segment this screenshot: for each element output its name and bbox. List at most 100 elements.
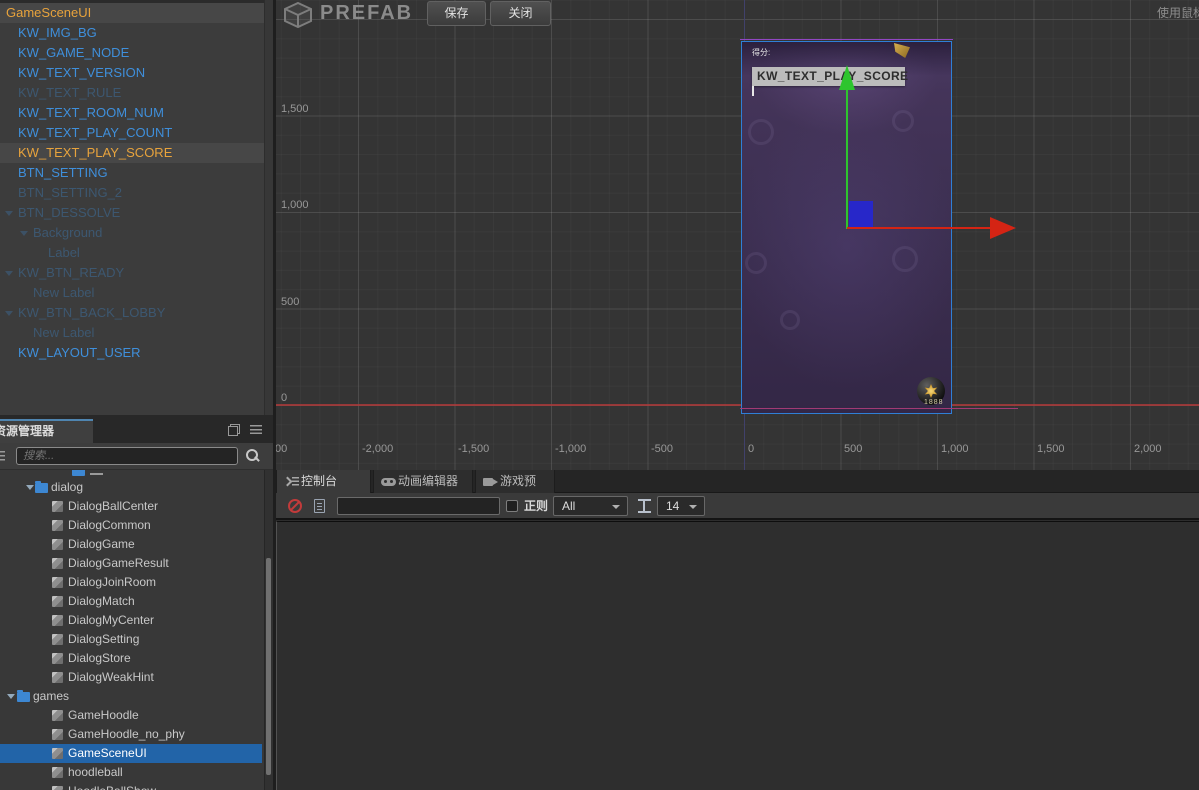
asset-prefab[interactable]: DialogBallCenter	[0, 497, 262, 516]
prefab-cube-icon	[52, 501, 63, 512]
asset-folder[interactable]: dialog	[0, 478, 262, 497]
asset-prefab[interactable]: DialogWeakHint	[0, 668, 262, 687]
console-filter-input[interactable]	[337, 497, 500, 515]
table-ring-decoration	[892, 110, 914, 132]
terminal-icon	[284, 477, 299, 487]
ruler-label: -1,000	[555, 443, 587, 455]
assets-panel: 资源管理器 dialog DialogBallCenter DialogComm…	[0, 415, 273, 790]
ball-value-text: 1888	[924, 399, 944, 406]
folder-icon	[17, 690, 30, 702]
prefab-cube-icon	[52, 615, 63, 626]
expand-arrow-icon[interactable]	[5, 311, 13, 316]
asset-prefab[interactable]: DialogSetting	[0, 630, 262, 649]
asset-prefab-selected[interactable]: GameSceneUI	[0, 744, 262, 763]
asset-prefab[interactable]: hoodleball	[0, 763, 262, 782]
expand-arrow-icon[interactable]	[26, 485, 34, 490]
table-ring-decoration	[745, 252, 767, 274]
log-level-dropdown[interactable]: All	[553, 496, 628, 516]
ruler-label: 1,000	[281, 199, 309, 211]
hierarchy-node[interactable]: KW_TEXT_VERSION	[0, 63, 264, 83]
scene-canvas[interactable]: 1,500 1,000 500 0 00 -2,000 -1,500 -1,00…	[276, 0, 1199, 470]
duplicate-icon[interactable]	[228, 424, 240, 436]
ruler-label: 1,500	[1037, 443, 1065, 455]
asset-row-clipped[interactable]	[0, 470, 262, 478]
assets-tree: dialog DialogBallCenter DialogCommon Dia…	[0, 470, 273, 790]
console-toolbar: 正则 All 14	[276, 493, 1199, 520]
hierarchy-node-disabled[interactable]: KW_TEXT_RULE	[0, 83, 264, 103]
regex-checkbox[interactable]	[506, 500, 518, 512]
gizmo-x-arrow-icon[interactable]	[990, 217, 1016, 239]
asset-prefab[interactable]: GameHoodle	[0, 706, 262, 725]
hierarchy-node-disabled[interactable]: KW_BTN_BACK_LOBBY	[0, 303, 264, 323]
hierarchy-node[interactable]: KW_LAYOUT_USER	[0, 343, 264, 363]
prefab-cube-icon	[52, 729, 63, 740]
prefab-cube-icon	[52, 672, 63, 683]
hierarchy-node[interactable]: KW_GAME_NODE	[0, 43, 264, 63]
regex-label: 正则	[524, 499, 549, 513]
hierarchy-node[interactable]: BTN_SETTING	[0, 163, 264, 183]
hierarchy-node-selected[interactable]: KW_TEXT_PLAY_SCORE	[0, 143, 264, 163]
assets-scrollbar-track[interactable]	[264, 470, 273, 790]
tab-console[interactable]: 控制台	[276, 470, 371, 493]
asset-prefab[interactable]: DialogCommon	[0, 516, 262, 535]
hierarchy-node[interactable]: KW_TEXT_PLAY_COUNT	[0, 123, 264, 143]
tab-game-preview[interactable]: 游戏预览	[475, 470, 555, 511]
asset-prefab[interactable]: DialogMyCenter	[0, 611, 262, 630]
hierarchy-node-disabled[interactable]: New Label	[0, 283, 264, 303]
assets-scrollbar-thumb[interactable]	[266, 558, 271, 775]
table-ring-decoration	[892, 246, 918, 272]
console-tabbar: 控制台 动画编辑器 游戏预览	[276, 470, 1199, 511]
hierarchy-scrollbar[interactable]	[264, 0, 273, 415]
expand-arrow-icon[interactable]	[5, 211, 13, 216]
ruler-label: 0	[748, 443, 755, 455]
x-axis-line	[276, 404, 1199, 406]
ruler-label: 500	[844, 443, 863, 455]
asset-prefab[interactable]: GameHoodle_no_phy	[0, 725, 262, 744]
font-size-dropdown[interactable]: 14	[657, 496, 705, 516]
expand-arrow-icon[interactable]	[20, 231, 28, 236]
ruler-label: 500	[281, 296, 300, 308]
hierarchy-node-disabled[interactable]: New Label	[0, 323, 264, 343]
asset-prefab[interactable]: DialogMatch	[0, 592, 262, 611]
asset-prefab[interactable]: DialogJoinRoom	[0, 573, 262, 592]
asset-prefab[interactable]: DialogGameResult	[0, 554, 262, 573]
tab-assets[interactable]: 资源管理器	[0, 419, 93, 443]
gizmo-xy-plane-handle[interactable]	[849, 201, 873, 228]
selected-node-label: KW_TEXT_PLAY_SCORE	[752, 67, 908, 86]
prefab-cube-icon	[52, 520, 63, 531]
search-icon[interactable]	[246, 449, 260, 463]
tab-animation-editor[interactable]: 动画编辑器	[373, 470, 473, 493]
gizmo-y-arrow-icon[interactable]	[839, 65, 855, 90]
asset-prefab[interactable]: DialogStore	[0, 649, 262, 668]
filter-icon[interactable]	[0, 451, 5, 462]
console-output-area[interactable]	[276, 521, 1199, 790]
hierarchy-node-disabled[interactable]: KW_BTN_READY	[0, 263, 264, 283]
hamburger-menu-icon[interactable]	[250, 425, 262, 434]
save-button[interactable]: 保存	[427, 1, 486, 26]
score-text: 得分:	[752, 48, 771, 57]
asset-prefab[interactable]: DialogGame	[0, 535, 262, 554]
hierarchy-node-root[interactable]: GameSceneUI	[0, 3, 264, 23]
hierarchy-node[interactable]: KW_IMG_BG	[0, 23, 264, 43]
open-log-icon[interactable]	[314, 499, 325, 513]
hierarchy-node-disabled[interactable]: Label	[0, 243, 264, 263]
expand-arrow-icon[interactable]	[7, 694, 15, 699]
gizmo-x-axis[interactable]	[847, 227, 993, 229]
gizmo-y-axis[interactable]	[846, 88, 848, 229]
close-button[interactable]: 关闭	[490, 1, 551, 26]
prefab-cube-icon	[284, 1, 312, 29]
hierarchy-node-disabled[interactable]: BTN_DESSOLVE	[0, 203, 264, 223]
prefab-mode-title: PREFAB	[320, 2, 414, 24]
clear-console-icon[interactable]	[288, 499, 302, 513]
hierarchy-node[interactable]: KW_TEXT_ROOM_NUM	[0, 103, 264, 123]
expand-arrow-icon[interactable]	[5, 271, 13, 276]
table-ring-decoration	[780, 310, 800, 330]
hierarchy-node-disabled[interactable]: BTN_SETTING_2	[0, 183, 264, 203]
text-caret	[752, 86, 754, 96]
hierarchy-node-disabled[interactable]: Background	[0, 223, 264, 243]
prefab-cube-icon	[52, 653, 63, 664]
ruler-label: 00	[276, 443, 288, 455]
assets-search-input[interactable]	[16, 447, 238, 465]
asset-prefab[interactable]: HoodleBallShow	[0, 782, 262, 790]
asset-folder[interactable]: games	[0, 687, 262, 706]
